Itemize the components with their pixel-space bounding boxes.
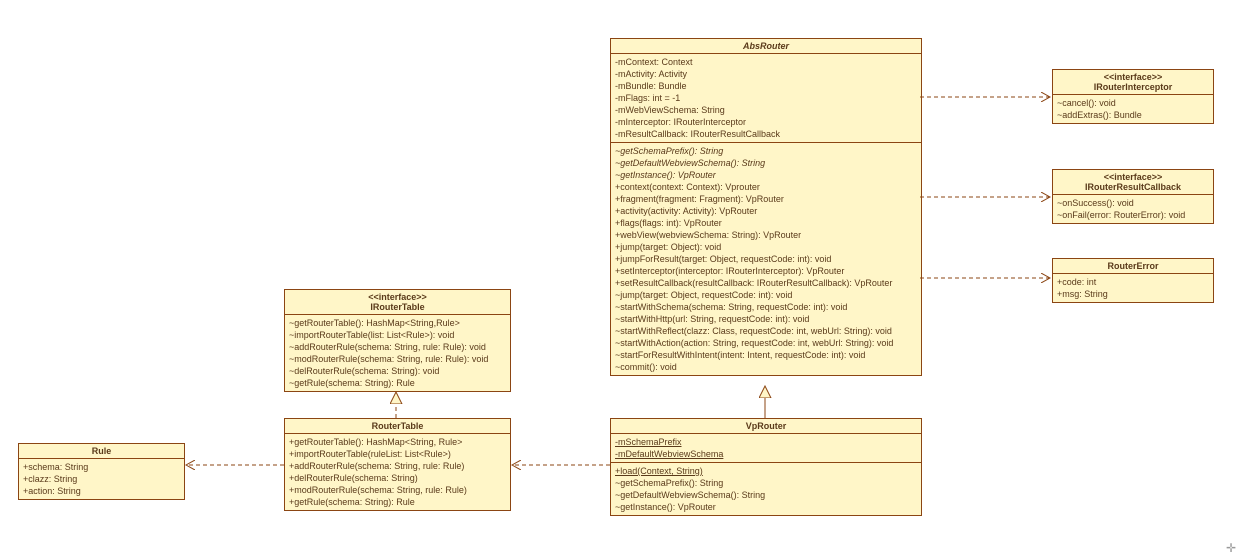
class-irouterinterceptor: <<interface>> IRouterInterceptor ~cancel… bbox=[1052, 69, 1214, 124]
stereotype: <<interface>> bbox=[289, 292, 506, 302]
class-rule: Rule +schema: String +clazz: String +act… bbox=[18, 443, 185, 500]
class-name: RouterError bbox=[1057, 261, 1209, 271]
class-name: IRouterTable bbox=[289, 302, 506, 312]
class-title: RouterError bbox=[1053, 259, 1213, 274]
class-routertable: RouterTable +getRouterTable(): HashMap<S… bbox=[284, 418, 511, 511]
operations: +load(Context, String) ~getSchemaPrefix(… bbox=[611, 463, 921, 515]
class-title: VpRouter bbox=[611, 419, 921, 434]
resize-handle-icon: ✛ bbox=[1226, 541, 1236, 555]
class-name: IRouterResultCallback bbox=[1057, 182, 1209, 192]
attributes: -mContext: Context -mActivity: Activity … bbox=[611, 54, 921, 143]
stereotype: <<interface>> bbox=[1057, 72, 1209, 82]
operations: +getRouterTable(): HashMap<String, Rule>… bbox=[285, 434, 510, 510]
attributes: -mSchemaPrefix -mDefaultWebviewSchema bbox=[611, 434, 921, 463]
class-routererror: RouterError +code: int +msg: String bbox=[1052, 258, 1214, 303]
class-title: <<interface>> IRouterResultCallback bbox=[1053, 170, 1213, 195]
class-title: Rule bbox=[19, 444, 184, 459]
class-name: Rule bbox=[23, 446, 180, 456]
class-name: AbsRouter bbox=[615, 41, 917, 51]
operations: ~getSchemaPrefix(): String ~getDefaultWe… bbox=[611, 143, 921, 375]
stereotype: <<interface>> bbox=[1057, 172, 1209, 182]
class-title: AbsRouter bbox=[611, 39, 921, 54]
class-title: <<interface>> IRouterInterceptor bbox=[1053, 70, 1213, 95]
class-irouterresultcallback: <<interface>> IRouterResultCallback ~onS… bbox=[1052, 169, 1214, 224]
class-title: RouterTable bbox=[285, 419, 510, 434]
operations: ~onSuccess(): void ~onFail(error: Router… bbox=[1053, 195, 1213, 223]
class-vprouter: VpRouter -mSchemaPrefix -mDefaultWebview… bbox=[610, 418, 922, 516]
class-title: <<interface>> IRouterTable bbox=[285, 290, 510, 315]
attributes: +code: int +msg: String bbox=[1053, 274, 1213, 302]
operations: ~getRouterTable(): HashMap<String,Rule> … bbox=[285, 315, 510, 391]
class-iroutertable: <<interface>> IRouterTable ~getRouterTab… bbox=[284, 289, 511, 392]
class-name: VpRouter bbox=[615, 421, 917, 431]
operations: ~cancel(): void ~addExtras(): Bundle bbox=[1053, 95, 1213, 123]
attributes: +schema: String +clazz: String +action: … bbox=[19, 459, 184, 499]
class-name: RouterTable bbox=[289, 421, 506, 431]
class-name: IRouterInterceptor bbox=[1057, 82, 1209, 92]
class-absrouter: AbsRouter -mContext: Context -mActivity:… bbox=[610, 38, 922, 376]
